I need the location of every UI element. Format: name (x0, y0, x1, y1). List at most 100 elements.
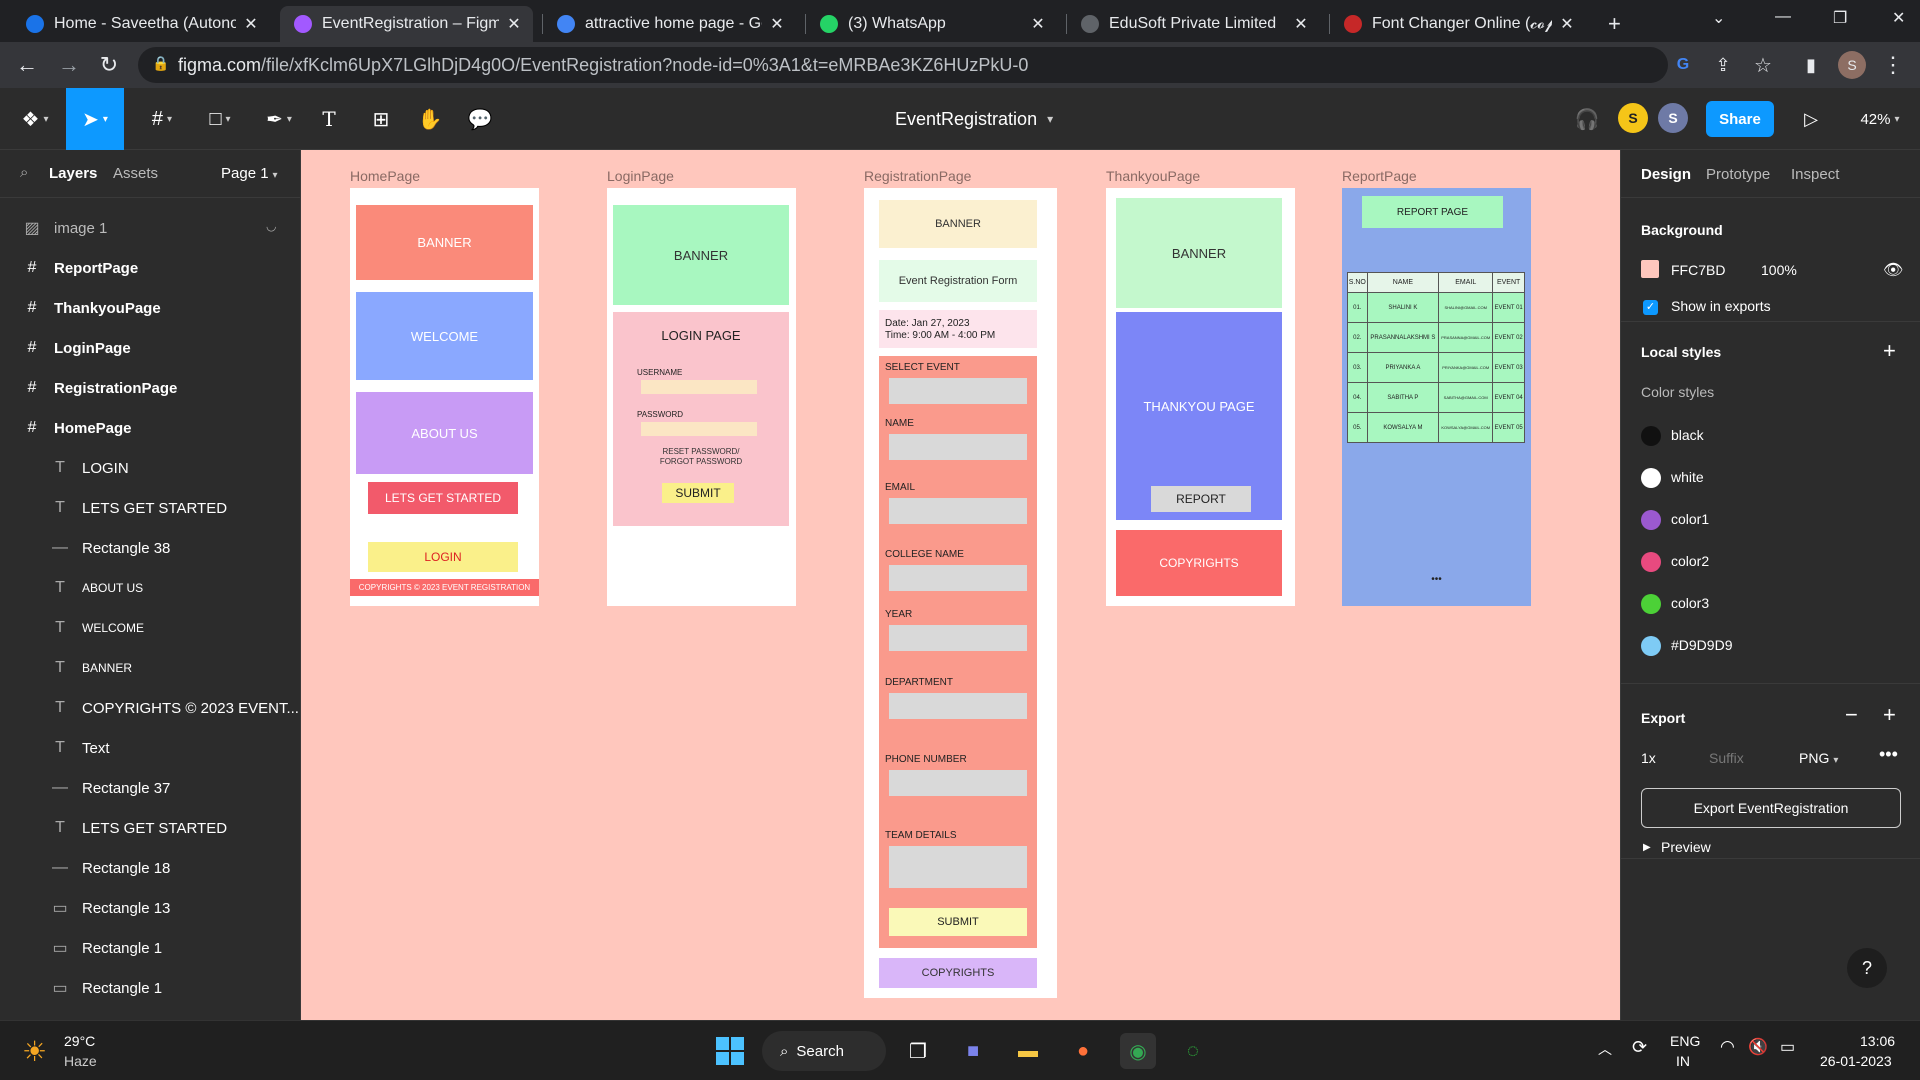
present-play-icon[interactable]: ▷ (1796, 88, 1826, 150)
layer-row[interactable]: # LoginPage (0, 328, 300, 368)
more-icon[interactable]: ••• (1342, 572, 1531, 586)
forgot-password-link[interactable]: FORGOT PASSWORD (613, 456, 789, 466)
frame-label-registrationpage[interactable]: RegistrationPage (864, 168, 971, 184)
windows-start-icon[interactable] (712, 1033, 748, 1069)
tab-design[interactable]: Design (1641, 166, 1691, 183)
resources-icon[interactable]: ⊞ (366, 88, 396, 150)
frame-label-loginpage[interactable]: LoginPage (607, 168, 674, 184)
background-color-swatch[interactable] (1641, 260, 1659, 278)
layer-row[interactable]: ▨ image 1 ◡ (0, 208, 300, 248)
sync-icon[interactable]: ⟳ (1632, 1037, 1647, 1058)
close-tab-icon[interactable]: ✕ (1558, 14, 1576, 34)
tab-layers[interactable]: Layers (49, 165, 97, 182)
text-tool-icon[interactable]: T (314, 88, 344, 150)
move-tool-icon[interactable]: ➤ ▾ (66, 88, 124, 150)
layer-row[interactable]: — Rectangle 18 (0, 848, 300, 888)
minimize-icon[interactable]: — (1775, 8, 1791, 26)
comment-tool-icon[interactable]: 💬 (464, 88, 496, 150)
add-style-icon[interactable]: + (1883, 338, 1896, 364)
forward-icon[interactable]: → (54, 50, 84, 80)
loginpage-frame[interactable]: BANNER LOGIN PAGE USERNAME PASSWORD RESE… (607, 188, 796, 606)
registrationpage-frame[interactable]: BANNER Event Registration Form Date: Jan… (864, 188, 1057, 998)
layer-row[interactable]: — Rectangle 37 (0, 768, 300, 808)
restore-icon[interactable]: ❐ (1833, 8, 1847, 28)
layer-row[interactable]: ▭ Rectangle 13 (0, 888, 300, 928)
design-canvas[interactable]: HomePage BANNER WELCOME ABOUT US LETS GE… (301, 150, 1620, 1020)
layer-row[interactable]: # RegistrationPage (0, 368, 300, 408)
export-settings-icon[interactable]: ••• (1879, 744, 1898, 765)
google-icon[interactable]: G (1668, 50, 1698, 80)
chrome-icon[interactable]: ◉ (1120, 1033, 1156, 1069)
close-window-icon[interactable]: ✕ (1892, 8, 1905, 28)
layer-row[interactable]: T Text (0, 728, 300, 768)
reload-icon[interactable]: ↻ (94, 50, 124, 80)
registration-field-input[interactable] (889, 378, 1027, 404)
profile-avatar[interactable]: S (1838, 51, 1866, 79)
layer-row[interactable]: — Rectangle 38 (0, 528, 300, 568)
chevron-up-icon[interactable]: ︿ (1598, 1039, 1612, 1059)
color-style-row[interactable]: color2 (1621, 548, 1920, 578)
close-tab-icon[interactable]: ✕ (768, 14, 786, 34)
layer-row[interactable]: T LOGIN (0, 448, 300, 488)
registration-field-input[interactable] (889, 434, 1027, 460)
side-panel-icon[interactable]: ▮ (1796, 50, 1826, 80)
registration-submit-button[interactable]: SUBMIT (889, 908, 1027, 936)
browser-tab[interactable]: Font Changer Online (𝓬𝓸𝓹𝔂 ✕ (1330, 6, 1586, 42)
frame-label-homepage[interactable]: HomePage (350, 168, 420, 184)
collaborator-avatar[interactable]: S (1658, 103, 1688, 133)
browser-tab[interactable]: (3) WhatsApp ✕ (806, 6, 1057, 42)
eye-icon[interactable]: 👁 (1883, 260, 1903, 280)
login-submit-button[interactable]: SUBMIT (662, 483, 734, 503)
figma-main-menu-icon[interactable]: ❖ ▾ (10, 88, 60, 150)
new-tab-button[interactable]: + (1594, 6, 1628, 42)
input-language[interactable]: ENG (1670, 1033, 1700, 1049)
close-tab-icon[interactable]: ✕ (505, 14, 523, 34)
homepage-frame[interactable]: BANNER WELCOME ABOUT US LETS GET STARTED… (350, 188, 539, 606)
collaborator-avatar[interactable]: S (1618, 103, 1648, 133)
browser-tab[interactable]: Home - Saveetha (Autonon ✕ (12, 6, 270, 42)
home-login-button[interactable]: LOGIN (368, 542, 518, 572)
help-button[interactable]: ? (1847, 948, 1887, 988)
page-selector[interactable]: Page 1 ▾ (221, 165, 278, 182)
show-in-exports-checkbox[interactable]: ✓ (1643, 300, 1658, 315)
clock-time[interactable]: 13:06 (1860, 1033, 1895, 1049)
hidden-eye-icon[interactable]: ◡ (266, 219, 276, 233)
close-tab-icon[interactable]: ✕ (1029, 14, 1047, 34)
firefox-icon[interactable]: ● (1065, 1033, 1101, 1069)
color-style-row[interactable]: color1 (1621, 506, 1920, 536)
browser-tab[interactable]: EventRegistration – Figma ✕ (280, 6, 533, 42)
layer-row[interactable]: ▭ Rectangle 1 (0, 968, 300, 1008)
share-button[interactable]: Share (1706, 101, 1774, 137)
export-format-select[interactable]: PNG ▾ (1799, 750, 1838, 766)
export-suffix-input[interactable]: Suffix (1709, 750, 1744, 766)
export-scale[interactable]: 1x (1641, 750, 1656, 766)
add-export-icon[interactable]: + (1883, 702, 1896, 728)
registration-field-input[interactable] (889, 498, 1027, 524)
browser-tab[interactable]: EduSoft Private Limited ✕ (1067, 6, 1320, 42)
remove-export-icon[interactable]: − (1845, 702, 1858, 728)
reportpage-frame[interactable]: REPORT PAGE S.NO NAME EMAIL EVENT 01. SHALINI… (1342, 188, 1531, 606)
hand-tool-icon[interactable]: ✋ (414, 88, 446, 150)
color-style-row[interactable]: #D9D9D9 (1621, 632, 1920, 662)
speaker-muted-icon[interactable]: 🔇 (1748, 1037, 1768, 1057)
browser-tab[interactable]: attractive home page - Goo ✕ (543, 6, 796, 42)
search-icon[interactable]: ⌕ (20, 164, 28, 181)
tab-inspect[interactable]: Inspect (1791, 166, 1839, 183)
layer-row[interactable]: T LETS GET STARTED (0, 808, 300, 848)
layer-row[interactable]: T BANNER (0, 648, 300, 688)
registration-field-input[interactable] (889, 693, 1027, 719)
background-hex-input[interactable]: FFC7BD (1671, 262, 1725, 278)
caret-right-icon[interactable]: ▶ (1643, 842, 1651, 853)
color-style-row[interactable]: color3 (1621, 590, 1920, 620)
registration-field-input[interactable] (889, 846, 1027, 888)
layer-row[interactable]: ▭ Rectangle 1 (0, 928, 300, 968)
reset-password-link[interactable]: RESET PASSWORD/ (613, 446, 789, 456)
layer-row[interactable]: T WELCOME (0, 608, 300, 648)
headphones-icon[interactable]: 🎧 (1572, 88, 1602, 150)
close-tab-icon[interactable]: ✕ (242, 14, 260, 34)
shape-tool-icon[interactable]: □ ▾ (196, 88, 244, 150)
taskbar-search[interactable]: ⌕ Search (762, 1031, 886, 1071)
bookmark-star-icon[interactable]: ☆ (1748, 50, 1778, 80)
share-page-icon[interactable]: ⇪ (1708, 50, 1738, 80)
export-button[interactable]: Export EventRegistration (1641, 788, 1901, 828)
